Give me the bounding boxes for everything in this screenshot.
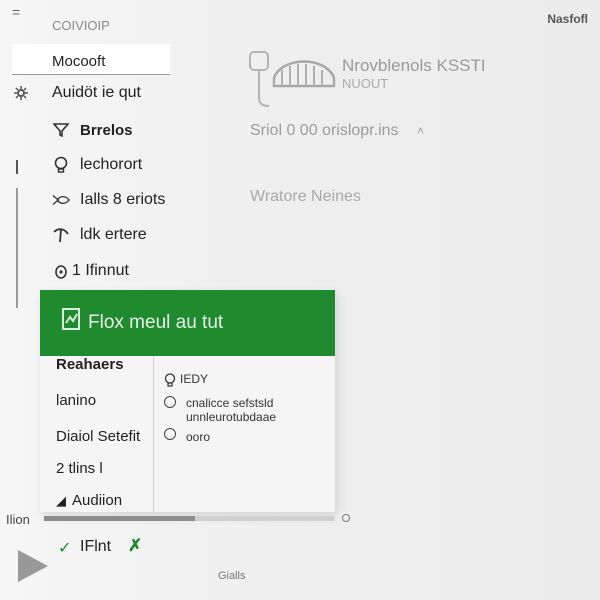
progress-label: Ilion — [6, 512, 30, 527]
dropdown-header-label: Flox meul au tut — [88, 312, 224, 333]
sidebar-header-label: Mocooft — [52, 53, 106, 70]
play-icon[interactable] — [18, 550, 48, 582]
shield-icon — [52, 262, 70, 280]
progress-handle[interactable] — [342, 514, 350, 522]
app-title: Nasfofl — [547, 12, 588, 26]
dropdown-option-label: cnalicce sefstsld unnleurotubdaae — [186, 396, 277, 424]
main-stats: Sriol 0 00 orislopr.ins ˄ — [250, 122, 424, 140]
sidebar-item-label: lechorort — [80, 156, 143, 173]
dropdown-header[interactable]: Flox meul au tut — [40, 290, 335, 356]
dropdown-left-column: Reahaers lanino Diaiol Setefit 2 tlins l… — [40, 356, 154, 512]
dropdown-item[interactable]: Diaiol Setefit — [56, 428, 140, 445]
lightbulb-icon — [164, 373, 176, 387]
radio-icon[interactable] — [164, 428, 176, 440]
dropdown-option-label: ooro — [186, 430, 211, 444]
main-stats-text: Sriol 0 00 orislopr.ins — [250, 122, 399, 139]
sidebar-header[interactable]: Mocooft — [12, 44, 170, 75]
sidebar-item-label: ldk ertere — [80, 226, 147, 243]
main-section-heading: Wratore Neines — [250, 188, 361, 205]
sidebar-item-label: Ialls 8 eriots — [80, 191, 166, 208]
dropdown-item[interactable]: ◢ Audiion — [56, 492, 122, 509]
collapse-arrow-icon[interactable]: ˄ — [417, 124, 424, 138]
sidebar-item-label: Auidöt ie qut — [52, 84, 141, 101]
main-title: Nrovblenols KSSTI — [342, 56, 486, 75]
main-subtitle: NUOUT — [342, 76, 389, 91]
filter-funnel-icon — [52, 121, 70, 139]
document-icon — [62, 308, 82, 332]
pin-icon — [52, 226, 70, 244]
check-icon: ✓ — [58, 540, 72, 557]
bottom-label: IFlnt — [80, 538, 112, 555]
sidebar-item-label: 1 Ifinnut — [72, 262, 129, 279]
sidebar-item-5[interactable]: ldk ertere — [0, 220, 220, 250]
menu-icon[interactable]: = — [12, 4, 20, 20]
sidebar-item-6[interactable]: 1 Ifinnut — [0, 256, 220, 286]
dropdown-menu: Flox meul au tut Reahaers lanino Diaiol … — [40, 290, 335, 512]
sidebar-item-4[interactable]: Ialls 8 eriots — [0, 185, 220, 215]
progress-bar[interactable] — [44, 516, 334, 521]
radio-icon[interactable] — [164, 396, 176, 408]
fish-icon — [52, 191, 70, 209]
excel-icon[interactable]: ✗ — [128, 536, 142, 556]
dropdown-item-label: Audiion — [72, 492, 123, 509]
app-window: = COIVIOIP Nasfofl Mocooft Auidöt ie qut… — [0, 0, 600, 600]
dropdown-item[interactable]: Reahaers — [56, 356, 124, 373]
volume-icon: ◢ — [56, 493, 66, 508]
status-text: Gialls — [218, 570, 246, 582]
progress-fill — [44, 516, 195, 521]
breadcrumb: COIVIOIP — [52, 18, 110, 33]
dropdown-item[interactable]: 2 tlins l — [56, 460, 103, 477]
dropdown-option-1[interactable]: IEDY — [164, 372, 208, 387]
dropdown-option-label: IEDY — [180, 372, 209, 386]
sidebar-item-1[interactable]: Auidöt ie qut — [0, 78, 220, 108]
sidebar-item-3[interactable]: lechorort — [0, 150, 220, 180]
main-illustration-icon — [248, 48, 338, 108]
dropdown-item[interactable]: lanino — [56, 392, 96, 409]
lightbulb-icon — [52, 156, 70, 174]
dropdown-divider — [153, 356, 154, 512]
sidebar-item-2[interactable]: Brrelos — [0, 115, 220, 145]
settings-gear-icon — [12, 84, 30, 102]
sidebar-item-label: Brrelos — [80, 121, 133, 139]
